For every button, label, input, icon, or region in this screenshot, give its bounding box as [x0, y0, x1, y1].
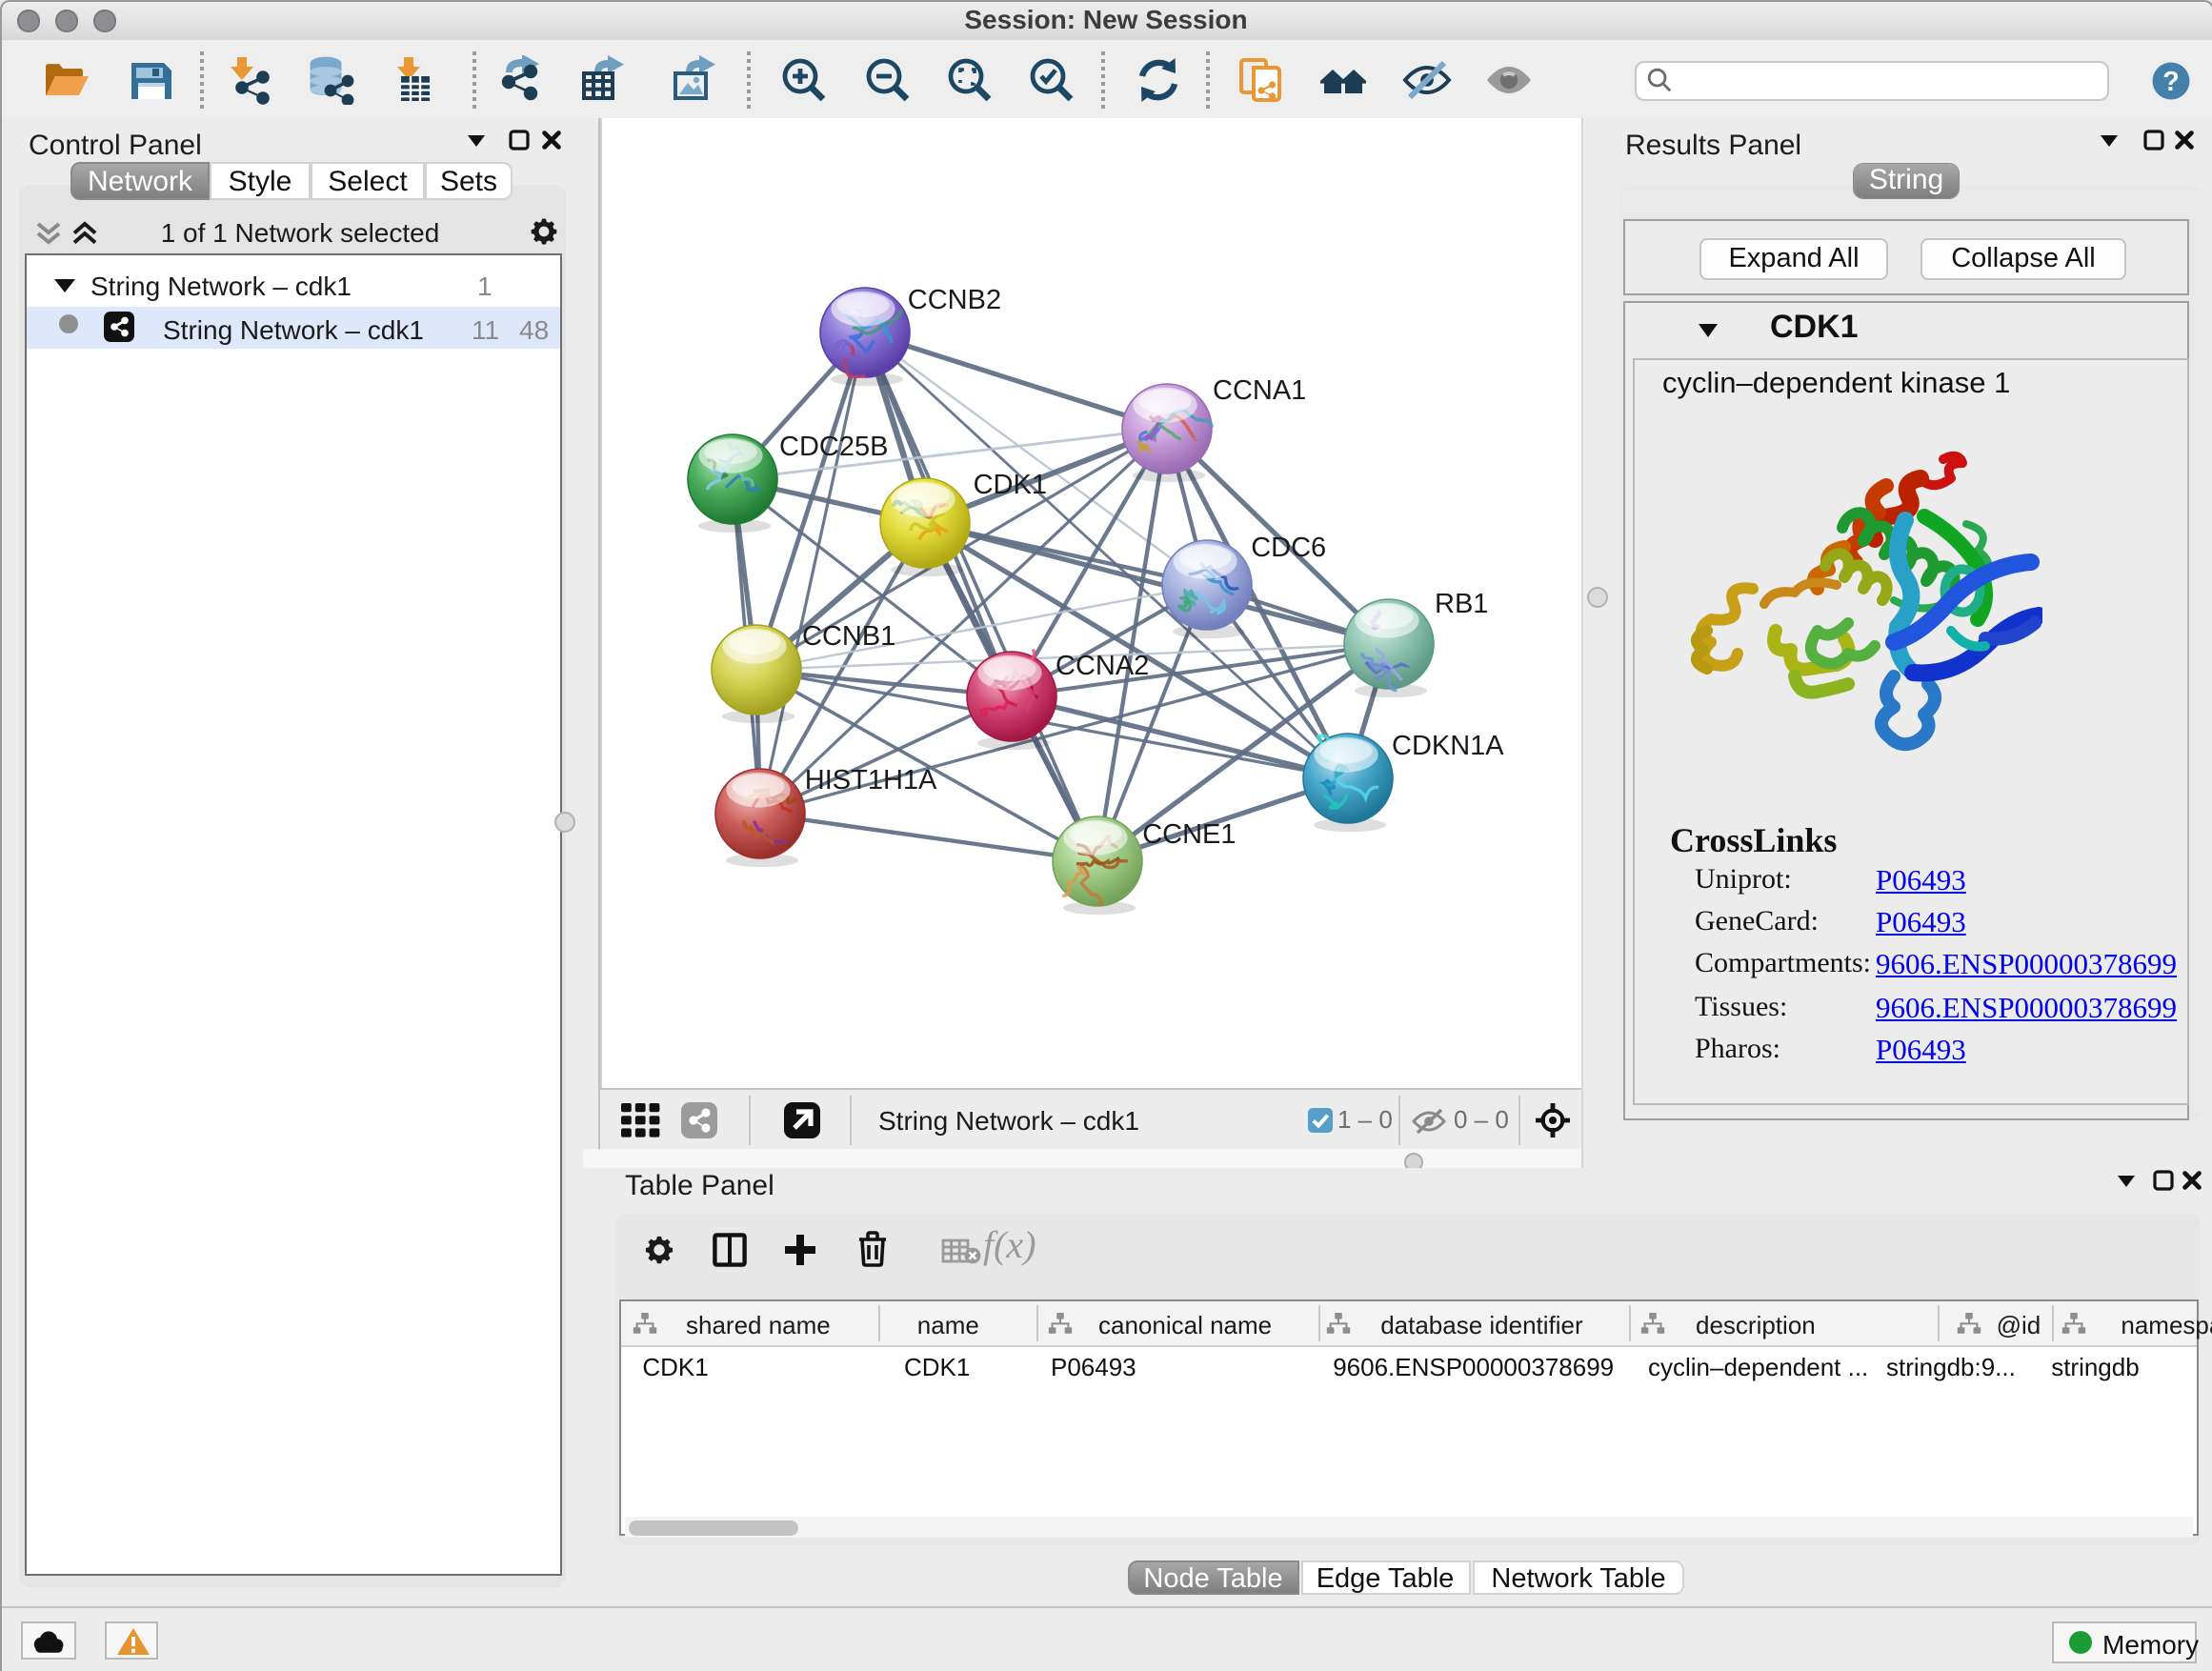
svg-text:CDC6: CDC6 [1251, 533, 1326, 563]
svg-text:CDC25B: CDC25B [779, 432, 888, 462]
svg-text:CCNA2: CCNA2 [1056, 651, 1149, 681]
svg-text:CCNB1: CCNB1 [802, 621, 895, 652]
svg-text:CCNB2: CCNB2 [908, 285, 1001, 315]
svg-text:HIST1H1A: HIST1H1A [805, 765, 937, 795]
svg-text:RB1: RB1 [1435, 589, 1488, 619]
svg-text:CCNA1: CCNA1 [1213, 375, 1306, 406]
svg-text:CDKN1A: CDKN1A [1392, 731, 1504, 761]
svg-text:CDK1: CDK1 [974, 470, 1047, 500]
svg-text:?: ? [2162, 67, 2180, 97]
svg-text:CCNE1: CCNE1 [1142, 819, 1236, 850]
